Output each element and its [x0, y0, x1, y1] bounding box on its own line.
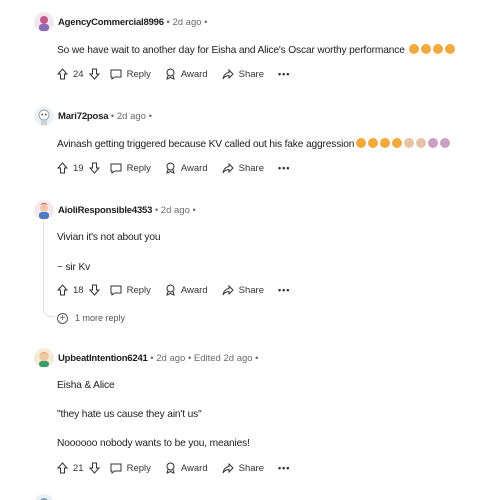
share-button[interactable]: Share: [222, 162, 264, 174]
plus-icon: +: [57, 312, 68, 324]
upvote-icon[interactable]: [57, 162, 68, 174]
share-icon: [222, 162, 234, 174]
comment-actions: 18 Reply Award Share •••: [57, 282, 290, 298]
avatar[interactable]: [34, 106, 54, 126]
award-label: Award: [180, 68, 208, 80]
share-button[interactable]: Share: [222, 68, 264, 80]
award-button[interactable]: Award: [165, 284, 208, 296]
award-icon: [165, 284, 176, 296]
downvote-icon[interactable]: [88, 462, 100, 474]
share-button[interactable]: Share: [222, 284, 264, 296]
avatar[interactable]: [34, 12, 54, 32]
share-icon: [222, 462, 234, 474]
reply-icon: [110, 463, 122, 474]
author-row: Mari72posa • 2d ago •: [58, 110, 152, 124]
emoji-icon: [407, 44, 456, 56]
award-button[interactable]: Award: [165, 162, 208, 174]
reply-icon: [110, 163, 122, 174]
author-row: AgencyCommercial8996 • 2d ago •: [58, 16, 207, 30]
reply-label: Reply: [126, 162, 151, 174]
share-icon: [222, 284, 234, 296]
comment-body: ~ sir Kv: [57, 261, 90, 275]
award-button[interactable]: Award: [165, 462, 208, 474]
timestamp: • 2d ago •: [152, 205, 196, 216]
author-row: UpbeatIntention6241 • 2d ago • Edited 2d…: [58, 352, 259, 366]
reply-label: Reply: [126, 284, 151, 296]
timestamp: • 2d ago • Edited 2d ago •: [147, 353, 259, 364]
share-label: Share: [238, 462, 264, 474]
more-options-button[interactable]: •••: [278, 163, 290, 173]
reply-button[interactable]: Reply: [110, 163, 151, 174]
comment-line: Noooooo nobody wants to be you, meanies!: [57, 438, 250, 449]
more-replies-button[interactable]: + 1 more reply: [57, 311, 125, 325]
share-button[interactable]: Share: [222, 462, 264, 474]
comment-body: Eisha & Alice: [57, 379, 115, 393]
reply-button[interactable]: Reply: [110, 69, 151, 80]
upvote-icon[interactable]: [57, 68, 68, 80]
share-label: Share: [238, 162, 264, 174]
vote-count: 19: [73, 162, 84, 174]
vote-count: 24: [73, 68, 84, 80]
more-options-button[interactable]: •••: [278, 463, 290, 473]
comment-body: Vivian it's not about you: [57, 231, 161, 245]
comment-body: Avinash getting triggered because KV cal…: [57, 138, 451, 152]
avatar[interactable]: [34, 200, 54, 220]
thread-connector: [43, 302, 55, 317]
comment-line: "they hate us cause they ain't us": [57, 409, 202, 420]
more-options-button[interactable]: •••: [278, 69, 290, 79]
comment-line: Vivian it's not about you: [57, 232, 161, 243]
comment-actions: 19 Reply Award Share •••: [57, 160, 290, 176]
author-name[interactable]: Mari72posa: [58, 111, 108, 122]
share-label: Share: [238, 68, 264, 80]
reply-label: Reply: [126, 462, 151, 474]
avatar[interactable]: [34, 494, 54, 500]
author-name[interactable]: AioliResponsible4353: [58, 205, 152, 216]
upvote-icon[interactable]: [57, 462, 68, 474]
downvote-icon[interactable]: [88, 162, 100, 174]
reply-label: Reply: [126, 68, 151, 80]
emoji-icon: [354, 138, 451, 150]
reply-button[interactable]: Reply: [110, 285, 151, 296]
award-label: Award: [180, 162, 208, 174]
vote-count: 18: [73, 284, 84, 296]
author-name[interactable]: UpbeatIntention6241: [58, 353, 148, 364]
award-icon: [165, 162, 176, 174]
award-icon: [165, 68, 176, 80]
vote-count: 21: [73, 462, 84, 474]
reply-icon: [110, 285, 122, 296]
share-icon: [222, 68, 234, 80]
timestamp: • 2d ago •: [163, 17, 208, 28]
upvote-icon[interactable]: [57, 284, 68, 296]
author-name[interactable]: AgencyCommercial8996: [58, 17, 164, 28]
share-label: Share: [238, 284, 264, 296]
thread-line: [43, 222, 44, 310]
award-icon: [165, 462, 176, 474]
more-replies-label: 1 more reply: [75, 313, 126, 323]
comment-line: Eisha & Alice: [57, 380, 115, 391]
comment-actions: 24 Reply Award Share •••: [57, 66, 290, 82]
more-options-button[interactable]: •••: [278, 285, 290, 295]
award-label: Award: [180, 284, 208, 296]
downvote-icon[interactable]: [88, 68, 100, 80]
timestamp: • 2d ago •: [108, 111, 152, 122]
award-label: Award: [180, 462, 208, 474]
comment-line: So we have wait to another day for Eisha…: [57, 45, 405, 56]
comment-body: Noooooo nobody wants to be you, meanies!: [57, 437, 250, 451]
comment-line: Avinash getting triggered because KV cal…: [57, 139, 355, 150]
author-row: AioliResponsible4353 • 2d ago •: [58, 204, 196, 218]
reply-icon: [110, 69, 122, 80]
comment-line: ~ sir Kv: [57, 262, 91, 273]
comment-body: "they hate us cause they ain't us": [57, 408, 202, 422]
comment-body: So we have wait to another day for Eisha…: [57, 44, 456, 58]
comment-actions: 21 Reply Award Share •••: [57, 460, 290, 476]
downvote-icon[interactable]: [88, 284, 100, 296]
award-button[interactable]: Award: [165, 68, 208, 80]
avatar[interactable]: [34, 348, 54, 368]
reply-button[interactable]: Reply: [110, 463, 151, 474]
